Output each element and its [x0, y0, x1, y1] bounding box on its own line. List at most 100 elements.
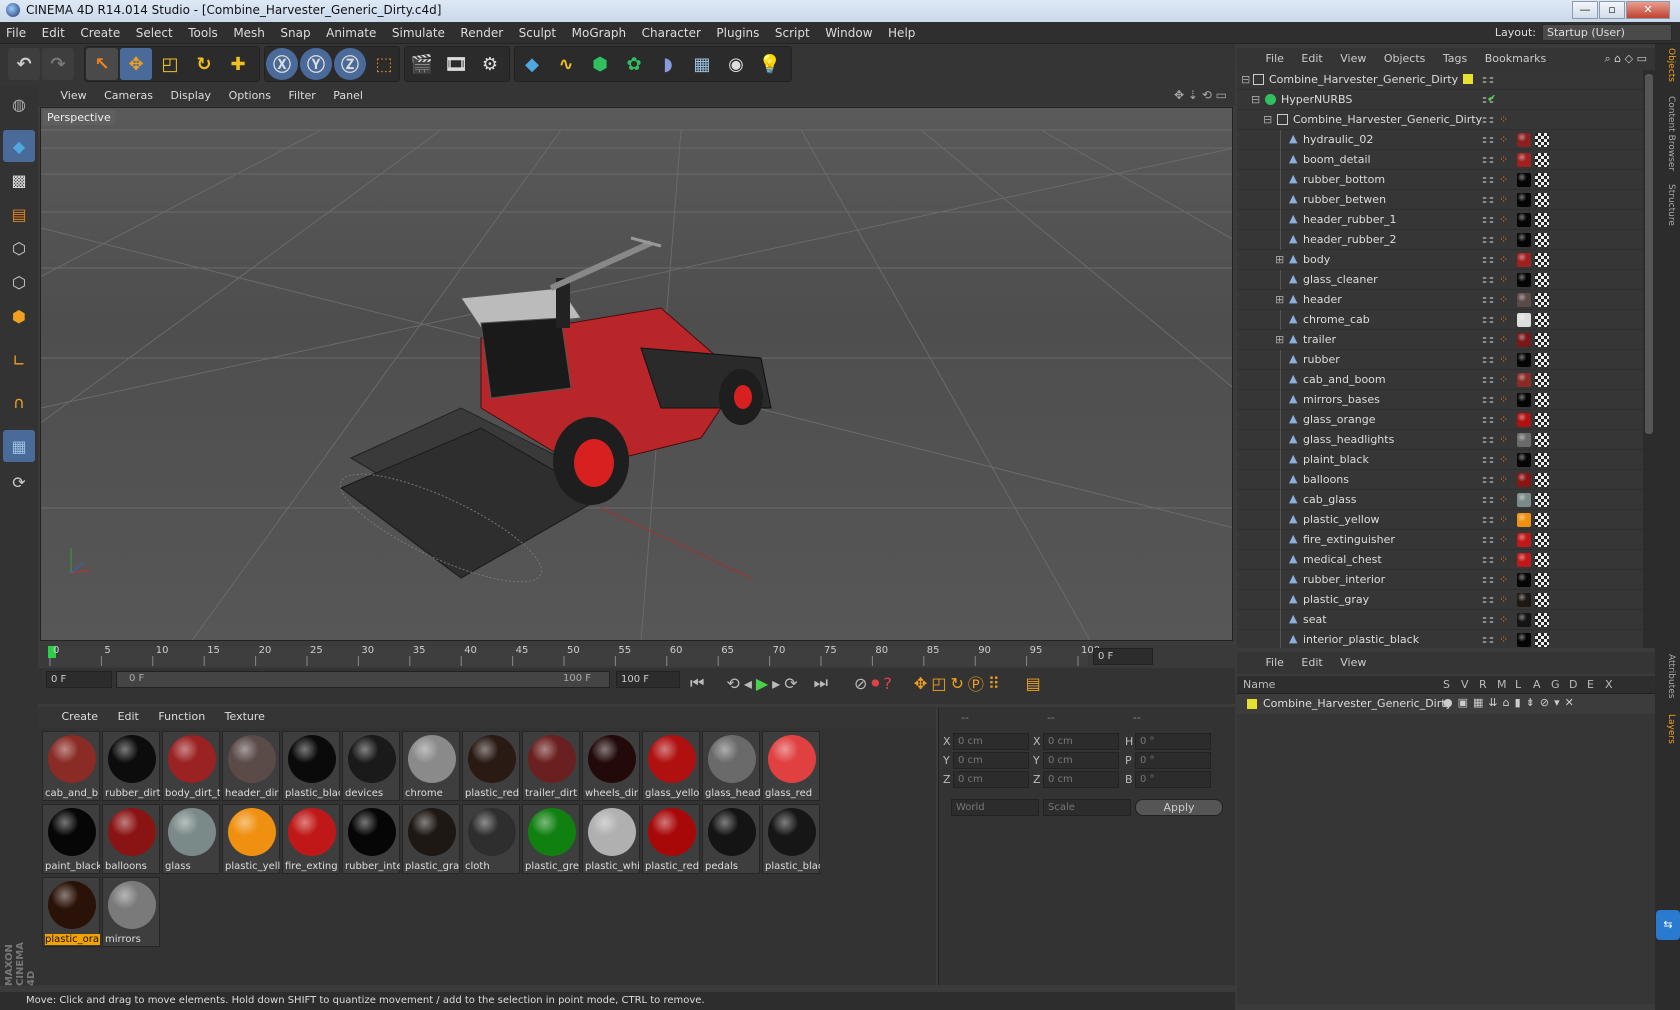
phong-tag-icon[interactable]: ⁘: [1499, 413, 1508, 426]
uvw-tag-icon[interactable]: [1535, 573, 1549, 587]
object-row[interactable]: ▲ interior_plastic_black ⁘: [1237, 630, 1643, 648]
maximize-button[interactable]: ▫: [1599, 1, 1625, 19]
material-tag-icon[interactable]: [1517, 433, 1531, 447]
visibility-dots-icon[interactable]: [1481, 336, 1495, 344]
object-row[interactable]: ⊞ ▲ header ⁘: [1237, 290, 1643, 310]
material-tag-icon[interactable]: [1517, 333, 1531, 347]
visibility-dots-icon[interactable]: [1481, 176, 1495, 184]
visibility-dots-icon[interactable]: [1481, 616, 1495, 624]
uvw-tag-icon[interactable]: [1535, 333, 1549, 347]
uvw-tag-icon[interactable]: [1535, 133, 1549, 147]
material-tag-icon[interactable]: [1517, 493, 1531, 507]
material-swatch[interactable]: mirrors: [102, 877, 160, 947]
menu-window[interactable]: Window: [819, 22, 878, 44]
visibility-dots-icon[interactable]: [1481, 116, 1495, 124]
coordinate-system-icon[interactable]: ⬚: [368, 48, 400, 80]
material-tag-icon[interactable]: [1517, 453, 1531, 467]
material-swatch[interactable]: plastic_red: [462, 731, 520, 801]
uvw-tag-icon[interactable]: [1535, 153, 1549, 167]
material-swatch[interactable]: body_dirt_t: [162, 731, 220, 801]
phong-tag-icon[interactable]: ⁘: [1499, 553, 1508, 566]
light-icon[interactable]: 💡: [754, 48, 786, 80]
close-button[interactable]: ✕: [1626, 1, 1670, 19]
object-menu-objects[interactable]: Objects: [1377, 48, 1433, 70]
material-swatch[interactable]: rubber_dirt: [102, 731, 160, 801]
material-menu-edit[interactable]: Edit: [110, 707, 147, 727]
uvw-tag-icon[interactable]: [1535, 393, 1549, 407]
phong-tag-icon[interactable]: ⁘: [1499, 393, 1508, 406]
coord-value-field[interactable]: 0 cm: [953, 752, 1029, 769]
menu-create[interactable]: Create: [74, 22, 126, 44]
world-dropdown[interactable]: World: [951, 799, 1039, 816]
visibility-dots-icon[interactable]: [1481, 256, 1495, 264]
material-swatch[interactable]: plastic_blac: [762, 804, 820, 874]
menu-snap[interactable]: Snap: [274, 22, 316, 44]
material-swatch[interactable]: rubber_inte: [342, 804, 400, 874]
material-swatch[interactable]: glass_head: [702, 731, 760, 801]
menu-script[interactable]: Script: [769, 22, 816, 44]
material-swatch[interactable]: glass_red: [762, 731, 820, 801]
object-row[interactable]: ▲ header_rubber_1 ⁘: [1237, 210, 1643, 230]
visibility-dots-icon[interactable]: [1481, 156, 1495, 164]
material-swatch[interactable]: pedals: [702, 804, 760, 874]
menu-plugins[interactable]: Plugins: [710, 22, 765, 44]
phong-tag-icon[interactable]: ⁘: [1499, 193, 1508, 206]
add-object-icon[interactable]: ✚: [222, 48, 254, 80]
tab-structure[interactable]: Structure: [1659, 184, 1676, 226]
layer-column-header[interactable]: D: [1569, 678, 1577, 691]
uvw-tag-icon[interactable]: [1535, 373, 1549, 387]
teamviewer-icon[interactable]: ⇆: [1656, 910, 1680, 940]
x-axis-icon[interactable]: Ⓧ: [266, 48, 298, 80]
camera-icon[interactable]: ◉: [720, 48, 752, 80]
object-row[interactable]: ▲ mirrors_bases ⁘: [1237, 390, 1643, 410]
object-manager-search-icon[interactable]: ⌕ ⌂ ◇ ▭: [1605, 52, 1648, 66]
uvw-tag-icon[interactable]: [1535, 413, 1549, 427]
visibility-dots-icon[interactable]: [1481, 416, 1495, 424]
position-key-icon[interactable]: ✥: [914, 674, 927, 693]
previous-key-icon[interactable]: ⟲: [726, 674, 739, 693]
menu-character[interactable]: Character: [636, 22, 707, 44]
rotation-key-icon[interactable]: ↻: [950, 674, 963, 693]
layer-flags-icons[interactable]: ●▣▦⇊⌂▮⇟⊘▾✕: [1443, 696, 1579, 709]
uvw-tag-icon[interactable]: [1535, 293, 1549, 307]
object-row[interactable]: ▲ plaint_black ⁘: [1237, 450, 1643, 470]
phong-tag-icon[interactable]: ⁘: [1499, 233, 1508, 246]
layer-column-header[interactable]: L: [1515, 678, 1521, 691]
minimize-button[interactable]: —: [1572, 1, 1598, 19]
point-level-key-icon[interactable]: ⠿: [988, 674, 1000, 693]
visibility-dots-icon[interactable]: [1481, 136, 1495, 144]
material-tag-icon[interactable]: [1517, 353, 1531, 367]
polygons-mode-icon[interactable]: ⬢: [3, 300, 35, 332]
material-tag-icon[interactable]: [1517, 413, 1531, 427]
axis-mode-icon[interactable]: ∟: [3, 344, 35, 376]
phong-tag-icon[interactable]: ⁘: [1499, 353, 1508, 366]
timeline[interactable]: 0 5 10 15 20 25 30 35 40 45 50 55 60 65 70 75 80 85 90 95 10…: [38, 644, 1235, 668]
material-swatch[interactable]: cab_and_b: [42, 731, 100, 801]
object-row[interactable]: ⊞ ▲ trailer ⁘: [1237, 330, 1643, 350]
uvw-tag-icon[interactable]: [1535, 313, 1549, 327]
visibility-dots-icon[interactable]: [1481, 216, 1495, 224]
object-row[interactable]: ▲ plastic_gray ⁘: [1237, 590, 1643, 610]
viewport-menu-panel[interactable]: Panel: [326, 86, 370, 106]
menu-edit[interactable]: Edit: [36, 22, 71, 44]
visibility-dots-icon[interactable]: [1481, 296, 1495, 304]
material-swatch[interactable]: plastic_red: [642, 804, 700, 874]
coord-value-field[interactable]: 0 °: [1135, 733, 1211, 750]
phong-tag-icon[interactable]: ⁘: [1499, 493, 1508, 506]
uvw-tag-icon[interactable]: [1535, 513, 1549, 527]
phong-tag-icon[interactable]: ⁘: [1499, 153, 1508, 166]
object-menu-edit[interactable]: Edit: [1294, 48, 1329, 70]
uvw-tag-icon[interactable]: [1535, 593, 1549, 607]
visibility-dots-icon[interactable]: [1481, 316, 1495, 324]
tab-attributes[interactable]: Attributes: [1659, 654, 1676, 698]
uvw-tag-icon[interactable]: [1535, 253, 1549, 267]
visibility-dots-icon[interactable]: [1481, 196, 1495, 204]
material-tag-icon[interactable]: [1517, 593, 1531, 607]
phong-tag-icon[interactable]: ⁘: [1499, 593, 1508, 606]
render-settings-icon[interactable]: ⚙: [474, 48, 506, 80]
make-editable-icon[interactable]: ◍: [3, 88, 35, 120]
material-swatch[interactable]: devices: [342, 731, 400, 801]
viewport-menu-view[interactable]: View: [54, 86, 94, 106]
material-swatch[interactable]: trailer_dirt: [522, 731, 580, 801]
go-to-end-icon[interactable]: ⏭: [814, 673, 828, 693]
